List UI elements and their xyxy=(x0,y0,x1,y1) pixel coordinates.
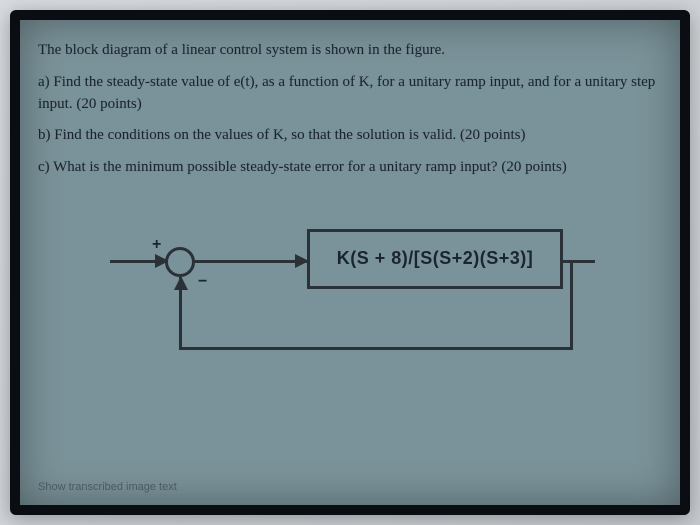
diagram-container: + − K(S + 8)/[S(S+2)(S+3)] xyxy=(38,205,662,375)
arrow-to-sum-feedback-icon xyxy=(174,276,188,290)
output-line xyxy=(563,260,595,263)
part-c: c) What is the minimum possible steady-s… xyxy=(38,157,662,179)
minus-sign: − xyxy=(198,273,207,291)
transfer-function-text: K(S + 8)/[S(S+2)(S+3)] xyxy=(337,248,534,269)
show-transcribed-link[interactable]: Show transcribed image text xyxy=(38,481,662,493)
intro-text: The block diagram of a linear control sy… xyxy=(38,40,662,62)
summing-junction xyxy=(165,247,195,277)
plus-sign: + xyxy=(152,236,161,254)
part-a: a) Find the steady-state value of e(t), … xyxy=(38,72,662,116)
problem-frame: The block diagram of a linear control sy… xyxy=(10,10,690,515)
feedback-horizontal xyxy=(180,347,573,350)
part-b: b) Find the conditions on the values of … xyxy=(38,125,662,147)
block-diagram: + − K(S + 8)/[S(S+2)(S+3)] xyxy=(100,205,600,375)
sum-to-block-line xyxy=(195,260,308,263)
transfer-function-block: K(S + 8)/[S(S+2)(S+3)] xyxy=(307,229,563,289)
problem-text: The block diagram of a linear control sy… xyxy=(38,40,662,189)
feedback-right-vertical xyxy=(570,260,573,350)
